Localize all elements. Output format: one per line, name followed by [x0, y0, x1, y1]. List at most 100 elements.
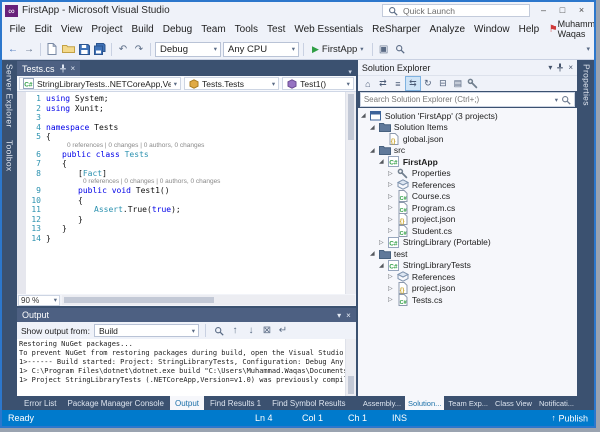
expand-arrow-icon[interactable]: ▷ — [387, 273, 394, 280]
collapse-arrow-icon[interactable]: ◢ — [360, 112, 367, 119]
menu-view[interactable]: View — [56, 23, 87, 36]
solution-explorer-search[interactable]: Search Solution Explorer (Ctrl+;) ▾ — [360, 92, 575, 107]
toolbar-options-chevron-icon[interactable]: ▾ — [586, 45, 590, 53]
tree-item[interactable]: ◢Solution Items — [358, 122, 577, 134]
sync-with-active-document-icon[interactable]: ⇆ — [406, 77, 420, 90]
find-icon[interactable] — [393, 43, 407, 56]
tool-tab-server-explorer[interactable]: Server Explorer — [5, 64, 15, 128]
menu-tools[interactable]: Tools — [230, 23, 262, 36]
expand-arrow-icon[interactable]: ▷ — [387, 216, 394, 223]
quick-launch-search[interactable]: Quick Launch — [382, 4, 530, 17]
publish-button[interactable]: ↑ Publish — [551, 412, 588, 425]
nav-forward-icon[interactable]: → — [22, 43, 36, 56]
output-source-combo[interactable]: Build ▾ — [94, 324, 199, 337]
collapse-arrow-icon[interactable]: ◢ — [369, 250, 376, 257]
show-all-files-icon[interactable]: ▤ — [451, 77, 465, 90]
solution-platforms-combo[interactable]: Any CPU ▾ — [223, 42, 299, 57]
scrollbar-thumb[interactable] — [348, 376, 354, 394]
close-icon[interactable]: × — [71, 64, 76, 73]
expand-arrow-icon[interactable]: ▷ — [387, 227, 394, 234]
editor-horizontal-scrollbar[interactable] — [62, 295, 355, 305]
menu-build[interactable]: Build — [127, 23, 158, 36]
breakpoint-margin[interactable] — [17, 92, 26, 294]
maximize-button[interactable]: □ — [553, 3, 572, 18]
tab-output[interactable]: Output — [170, 396, 204, 410]
tool-tab-properties[interactable]: Properties — [582, 64, 592, 106]
window-position-chevron-icon[interactable]: ▾ — [337, 311, 341, 320]
project-dropdown[interactable]: C# StringLibraryTests..NETCoreApp,Ver ▾ — [19, 77, 181, 90]
build-icon[interactable]: ▣ — [377, 43, 391, 56]
collapse-arrow-icon[interactable]: ◢ — [369, 124, 376, 131]
menu-web-essentials[interactable]: Web Essentials — [290, 23, 368, 36]
scrollbar-thumb[interactable] — [348, 94, 354, 140]
collapse-all-icon[interactable]: ⊟ — [436, 77, 450, 90]
undo-icon[interactable]: ↶ — [116, 43, 130, 56]
menu-help[interactable]: Help — [514, 23, 544, 36]
menu-window[interactable]: Window — [470, 23, 515, 36]
switch-views-icon[interactable]: ⇄ — [376, 77, 390, 90]
user-account-area[interactable]: Muhammad Waqas WW — [558, 19, 596, 39]
tree-item[interactable]: ◢src — [358, 145, 577, 157]
menu-analyze[interactable]: Analyze — [425, 23, 470, 36]
expand-arrow-icon[interactable]: ▷ — [387, 170, 394, 177]
clear-all-icon[interactable]: ⊠ — [260, 324, 274, 337]
tree-item[interactable]: ▷C#Student.cs — [358, 225, 577, 237]
menu-test[interactable]: Test — [263, 23, 290, 36]
tree-item[interactable]: ◢C#FirstApp — [358, 156, 577, 168]
tab-find-symbol-results[interactable]: Find Symbol Results — [267, 396, 350, 410]
menu-resharper[interactable]: ReSharper — [368, 23, 425, 36]
nav-backward-icon[interactable]: ← — [6, 43, 20, 56]
menu-debug[interactable]: Debug — [158, 23, 196, 36]
refresh-icon[interactable]: ↻ — [421, 77, 435, 90]
tree-item[interactable]: ▷C#Course.cs — [358, 191, 577, 203]
expand-arrow-icon[interactable]: ▷ — [378, 239, 385, 246]
collapse-arrow-icon[interactable]: ◢ — [378, 158, 385, 165]
tree-item[interactable]: ◢Solution 'FirstApp' (3 projects) — [358, 110, 577, 122]
tree-item[interactable]: {}global.json — [358, 133, 577, 145]
close-button[interactable]: × — [572, 3, 591, 18]
close-icon[interactable]: × — [346, 311, 351, 320]
menu-file[interactable]: File — [5, 23, 30, 36]
word-wrap-icon[interactable]: ↵ — [276, 324, 290, 337]
output-scrollbar[interactable] — [345, 339, 356, 396]
tool-tab-toolbox[interactable]: Toolbox — [5, 140, 15, 171]
collapse-arrow-icon[interactable]: ◢ — [378, 262, 385, 269]
tree-item[interactable]: ▷C#Program.cs — [358, 202, 577, 214]
tab-team-exp-[interactable]: Team Exp... — [445, 396, 491, 410]
open-file-icon[interactable] — [61, 43, 75, 56]
collapse-arrow-icon[interactable]: ◢ — [369, 147, 376, 154]
document-well-chevron-icon[interactable]: ▾ — [348, 68, 356, 76]
tree-item[interactable]: ▷{}project.json — [358, 283, 577, 295]
tree-item[interactable]: ▷{}project.json — [358, 214, 577, 226]
editor-vertical-scrollbar[interactable] — [345, 92, 356, 294]
member-dropdown[interactable]: Test1() ▾ — [282, 77, 354, 90]
expand-arrow-icon[interactable]: ▷ — [387, 204, 394, 211]
tab-assembly-[interactable]: Assembly... — [360, 396, 404, 410]
window-position-chevron-icon[interactable]: ▾ — [548, 63, 552, 72]
expand-arrow-icon[interactable]: ▷ — [387, 181, 394, 188]
tree-item[interactable]: ▷References — [358, 271, 577, 283]
output-text[interactable]: Restoring NuGet packages...To prevent Nu… — [17, 339, 345, 396]
properties-icon[interactable] — [466, 77, 480, 90]
tree-item[interactable]: ◢C#StringLibraryTests — [358, 260, 577, 272]
expand-arrow-icon[interactable]: ▷ — [387, 193, 394, 200]
tab-package-manager-console[interactable]: Package Manager Console — [62, 396, 169, 410]
pending-changes-filter-icon[interactable]: ≡ — [391, 77, 405, 90]
expand-arrow-icon[interactable]: ▷ — [387, 296, 394, 303]
close-icon[interactable]: × — [568, 63, 573, 72]
pin-icon[interactable] — [59, 62, 67, 75]
save-all-icon[interactable] — [93, 43, 107, 56]
solution-configurations-combo[interactable]: Debug ▾ — [155, 42, 221, 57]
tree-item[interactable]: ▷C#Tests.cs — [358, 294, 577, 306]
tab-notificati-[interactable]: Notificati... — [536, 396, 577, 410]
tab-error-list[interactable]: Error List — [19, 396, 61, 410]
tree-item[interactable]: ▷C#StringLibrary (Portable) — [358, 237, 577, 249]
menu-project[interactable]: Project — [87, 23, 127, 36]
find-message-icon[interactable] — [212, 324, 226, 337]
save-icon[interactable] — [77, 43, 91, 56]
new-file-icon[interactable] — [45, 43, 59, 56]
tree-item[interactable]: ◢test — [358, 248, 577, 260]
notifications-flag-icon[interactable]: ⚑ — [549, 24, 558, 35]
tab-solution-[interactable]: Solution... — [405, 396, 444, 410]
expand-arrow-icon[interactable]: ▷ — [387, 285, 394, 292]
